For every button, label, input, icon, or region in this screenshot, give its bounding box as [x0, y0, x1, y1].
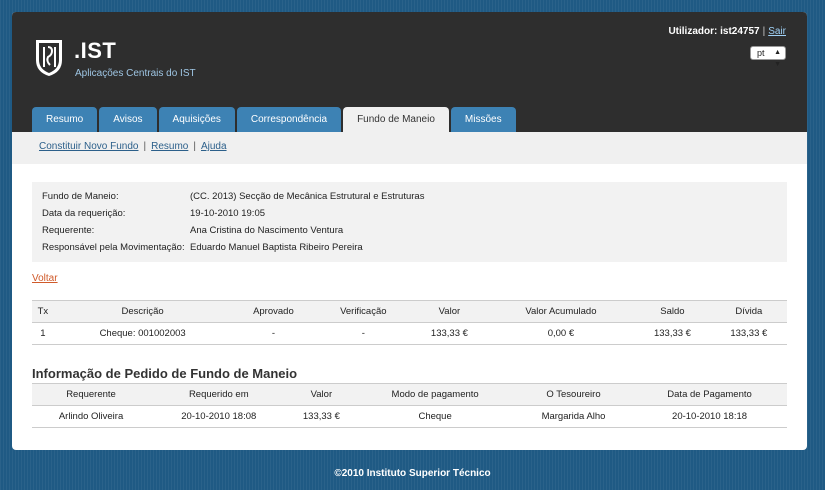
main-tabs: Resumo Avisos Aquisições Correspondência…: [32, 107, 516, 132]
table-cell: 20-10-2010 18:18: [632, 405, 787, 428]
table-cell: Cheque: [355, 405, 515, 428]
brand-title: .IST: [74, 38, 117, 63]
main-panel: .IST Aplicações Centrais do IST Utilizad…: [12, 12, 807, 450]
table-cell: 133,33 €: [710, 322, 787, 345]
subnav-ajuda[interactable]: Ajuda: [201, 141, 227, 152]
table-cell: 20-10-2010 18:08: [150, 405, 288, 428]
info-label: Requerente:: [42, 225, 95, 236]
tab-resumo[interactable]: Resumo: [32, 107, 98, 132]
language-select[interactable]: pt ▲ ▼: [750, 46, 786, 68]
column-header: Requerido em: [150, 383, 288, 406]
tab-missoes[interactable]: Missões: [450, 107, 516, 132]
request-section-title: Informação de Pedido de Fundo de Maneio: [32, 366, 298, 381]
tab-aquisicoes[interactable]: Aquisições: [158, 107, 235, 132]
column-header: Valor Acumulado: [487, 300, 635, 323]
sub-navigation: Constituir Novo Fundo | Resumo | Ajuda: [12, 132, 807, 164]
info-label: Responsável pela Movimentação:: [42, 242, 185, 253]
info-row: Requerente: Ana Cristina do Nascimento V…: [42, 222, 777, 239]
column-header: Tx: [32, 300, 54, 323]
logout-link[interactable]: Sair: [768, 26, 786, 37]
table-cell: 1: [32, 322, 54, 345]
info-row: Fundo de Maneio: (CC. 2013) Secção de Me…: [42, 188, 777, 205]
column-header: Data de Pagamento: [632, 383, 787, 406]
column-header: Saldo: [634, 300, 711, 323]
request-table: Requerente Requerido em Valor Modo de pa…: [32, 383, 787, 428]
table-cell: Margarida Alho: [514, 405, 633, 428]
user-separator: |: [762, 26, 766, 37]
column-header: Valor: [411, 300, 488, 323]
back-container: Voltar: [32, 273, 807, 284]
table-cell: -: [231, 322, 316, 345]
tab-correspondencia[interactable]: Correspondência: [236, 107, 342, 132]
select-arrows-icon: ▲ ▼: [774, 49, 781, 68]
table-cell: Arlindo Oliveira: [32, 405, 151, 428]
back-link[interactable]: Voltar: [32, 273, 58, 284]
footer-copyright: ©2010 Instituto Superior Técnico: [334, 468, 491, 479]
tab-fundo-de-maneio[interactable]: Fundo de Maneio: [343, 107, 449, 132]
info-value: Eduardo Manuel Baptista Ribeiro Pereira: [190, 242, 363, 253]
ist-logo-icon: [36, 40, 62, 76]
table-row: 1 Cheque: 001002003 - - 133,33 € 0,00 € …: [32, 322, 787, 345]
table-cell: Cheque: 001002003: [53, 322, 232, 345]
username-label: Utilizador: ist24757: [668, 26, 760, 37]
column-header: Verificação: [315, 300, 412, 323]
table-header-row: Requerente Requerido em Valor Modo de pa…: [32, 383, 787, 406]
column-header: Dívida: [710, 300, 787, 323]
table-cell: 0,00 €: [487, 322, 635, 345]
info-label: Fundo de Maneio:: [42, 191, 119, 202]
column-header: Modo de pagamento: [355, 383, 515, 406]
movements-table: Tx Descrição Aprovado Verificação Valor …: [32, 300, 787, 345]
table-cell: 133,33 €: [411, 322, 488, 345]
fund-info-box: Fundo de Maneio: (CC. 2013) Secção de Me…: [32, 182, 787, 262]
tab-avisos[interactable]: Avisos: [99, 107, 157, 132]
column-header: Valor: [287, 383, 356, 406]
subnav-constituir-novo-fundo[interactable]: Constituir Novo Fundo: [39, 141, 139, 152]
table-cell: 133,33 €: [287, 405, 356, 428]
table-cell: 133,33 €: [634, 322, 711, 345]
column-header: O Tesoureiro: [514, 383, 633, 406]
user-info: Utilizador: ist24757 | Sair: [668, 26, 786, 37]
table-header-row: Tx Descrição Aprovado Verificação Valor …: [32, 300, 787, 323]
column-header: Requerente: [32, 383, 151, 406]
info-value: Ana Cristina do Nascimento Ventura: [190, 225, 344, 236]
language-value: pt: [757, 48, 765, 58]
info-row: Data da requerição: 19-10-2010 19:05: [42, 205, 777, 222]
brand-subtitle: Aplicações Centrais do IST: [75, 68, 196, 79]
info-value: 19-10-2010 19:05: [190, 208, 266, 219]
subnav-resumo[interactable]: Resumo: [151, 141, 188, 152]
info-value: (CC. 2013) Secção de Mecânica Estrutural…: [190, 191, 425, 202]
subnav-separator: |: [193, 141, 196, 152]
column-header: Aprovado: [231, 300, 316, 323]
subnav-separator: |: [143, 141, 147, 152]
table-cell: -: [315, 322, 412, 345]
table-row: Arlindo Oliveira 20-10-2010 18:08 133,33…: [32, 405, 787, 428]
info-label: Data da requerição:: [42, 208, 126, 219]
info-row: Responsável pela Movimentação: Eduardo M…: [42, 239, 777, 256]
header: .IST Aplicações Centrais do IST Utilizad…: [12, 12, 807, 132]
column-header: Descrição: [53, 300, 232, 323]
